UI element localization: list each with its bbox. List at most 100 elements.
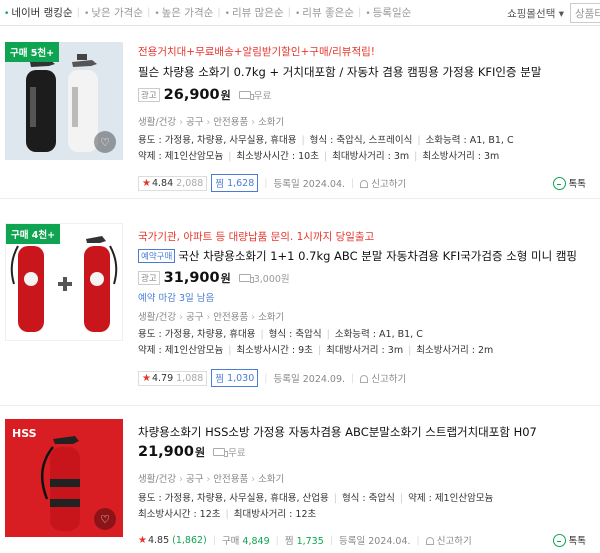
category[interactable]: 생활/건강 [138, 474, 176, 485]
currency: 원 [220, 89, 231, 102]
shipping: 3,000원 [238, 271, 290, 285]
spec: 형식 : 축압식 [268, 329, 322, 340]
purchase-count: 구매 4,849 [221, 536, 270, 547]
product-thumbnail[interactable]: 구매 5천+ ♡ [5, 42, 123, 160]
sort-ranking[interactable]: • 네이버 랭킹순 [4, 5, 73, 20]
truck-icon [213, 448, 229, 457]
price-row: 광고 26,900 원 무료 [138, 87, 271, 103]
reg-date: 등록일 2024.09. [273, 374, 346, 385]
talk-icon [552, 533, 566, 547]
talk-icon [552, 176, 566, 190]
preorder-badge: 예약구매 [138, 249, 176, 263]
product-footer: ★ 4.79 1,088 찜 1,030 | 등록일 2024.09. | 신고하기 [138, 369, 600, 387]
siren-icon [360, 180, 369, 188]
category[interactable]: 생활/건강 [138, 312, 176, 323]
review-box[interactable]: ★ 4.84 2,088 [138, 175, 208, 191]
sort-review-count[interactable]: • 리뷰 많은순 [225, 5, 284, 20]
breadcrumb: 생활/건강 › 공구 › 안전용품 › 소화기 [138, 474, 285, 485]
spec: 최대방사거리 : 3m [326, 345, 404, 356]
mall-select[interactable]: 쇼핑몰선택 ▾ [507, 6, 564, 21]
category[interactable]: 안전용품 [213, 474, 248, 485]
price: 21,900 [138, 444, 194, 460]
jjim-count[interactable]: 찜 1,735 [285, 533, 324, 547]
category[interactable]: 소화기 [258, 474, 284, 485]
preorder-deadline: 예약 마감 3일 남음 [138, 293, 215, 304]
spec-list: 용도 : 가정용, 차량용, 휴대용 | 형식 : 축압식 | 소화능력 : A1, B… [138, 329, 494, 356]
category[interactable]: 안전용품 [213, 117, 248, 128]
ad-label: 광고 [138, 88, 160, 102]
siren-icon [425, 537, 434, 545]
talk-button[interactable]: 톡톡 [552, 533, 586, 547]
price: 31,900 [163, 270, 220, 286]
report-link[interactable]: 신고하기 [360, 371, 406, 385]
spec: 최소방사거리 : 3m [422, 151, 500, 162]
product-title[interactable]: 필슨 차량용 소화기 0.7kg + 거치대포함 / 자동차 겸용 캠핑용 가정… [138, 64, 600, 80]
product-title[interactable]: 예약구매 국산 차량용소화기 1+1 0.7kg ABC 분말 자동차겸용 KFI… [138, 248, 600, 264]
product-footer: ★ 4.85 (1,862) | 구매 4,849 | 찜 1,735 | 등록일 20… [138, 533, 586, 547]
report-link[interactable]: 신고하기 [425, 533, 472, 547]
promo-text: 전용거치대+무료배송+알림받기할인+구매/리뷰적립! [138, 46, 375, 58]
spec: 최대방사거리 : 12초 [233, 509, 317, 520]
spec: 최소방사시간 : 9초 [236, 345, 313, 356]
reg-date: 등록일 2024.04. [338, 536, 411, 547]
currency: 원 [194, 446, 206, 459]
view-toggle[interactable]: 상품타 [570, 3, 600, 23]
sort-low-price[interactable]: • 낮은 가격순 [84, 5, 143, 20]
siren-icon [360, 375, 369, 383]
category[interactable]: 소화기 [258, 117, 284, 128]
purchase-badge: 구매 5천+ [5, 42, 60, 62]
sort-date[interactable]: • 등록일순 [365, 5, 411, 20]
truck-icon [238, 91, 254, 100]
heart-icon[interactable]: ♡ [94, 131, 116, 153]
currency: 원 [220, 272, 231, 285]
sort-bar: • 네이버 랭킹순 | • 낮은 가격순 | • 높은 가격순 | • 리뷰 많은순 |… [0, 0, 600, 26]
spec: 최소방사시간 : 12초 [138, 509, 221, 520]
spec: 소화능력 : A1, B1, C [334, 329, 423, 340]
sort-review-score[interactable]: • 리뷰 좋은순 [295, 5, 354, 20]
product-title[interactable]: 차량용소화기 HSS소방 가정용 자동차겸용 ABC분말소화기 스트랩거치대포함… [138, 424, 600, 440]
heart-icon[interactable]: ♡ [94, 508, 116, 530]
jjim-box[interactable]: 찜 1,030 [211, 369, 259, 387]
spec-list: 용도 : 가정용, 차량용, 사무실용, 휴대용, 산업용 | 형식 : 축압식 | 약… [138, 493, 494, 520]
truck-icon [238, 274, 254, 283]
review-box[interactable]: ★ 4.79 1,088 [138, 370, 208, 386]
spec: 최소방사시간 : 10초 [236, 151, 319, 162]
talk-button[interactable]: 톡톡 [552, 176, 586, 190]
shipping: 무료 [213, 445, 246, 459]
spec: 약제 : 제1인산암모늄 [138, 151, 224, 162]
reg-date: 등록일 2024.04. [273, 179, 346, 190]
product-item: 구매 4천+ 국가기관, 아파트 등 대량납품 문의. 1시까지 당일출고 예약… [0, 199, 600, 404]
breadcrumb: 생활/건강 › 공구 › 안전용품 › 소화기 [138, 117, 285, 128]
spec: 약제 : 제1인산암모늄 [408, 493, 494, 504]
spec: 형식 : 축압식, 스프레이식 [309, 135, 413, 146]
category[interactable]: 공구 [186, 474, 203, 485]
report-link[interactable]: 신고하기 [360, 176, 406, 190]
product-item: HSS ♡ 차량용소화기 HSS소방 가정용 자동차겸용 ABC분말소화기 스트… [0, 406, 600, 553]
spec: 형식 : 축압식 [341, 493, 395, 504]
product-thumbnail[interactable]: 구매 4천+ [5, 223, 123, 341]
product-thumbnail[interactable]: HSS ♡ [5, 419, 123, 537]
price-row: 21,900 원 무료 [138, 444, 246, 460]
spec: 소화능력 : A1, B1, C [425, 135, 514, 146]
jjim-box[interactable]: 찜 1,628 [211, 174, 259, 192]
category[interactable]: 공구 [186, 117, 203, 128]
shipping: 무료 [238, 88, 271, 102]
product-footer: ★ 4.84 2,088 찜 1,628 | 등록일 2024.04. | 신고하기 … [138, 174, 600, 192]
product-item: 구매 5천+ ♡ 전용거치대+무료배송+알림받기할인+구매/리뷰적립! 필슨 차… [0, 26, 600, 196]
star-icon: ★ [138, 534, 147, 546]
review-summary[interactable]: ★ 4.85 (1,862) [138, 535, 207, 546]
spec: 용도 : 가정용, 차량용, 휴대용 [138, 329, 256, 340]
purchase-badge: 구매 4천+ [6, 224, 61, 244]
spec: 용도 : 가정용, 차량용, 사무실용, 휴대용, 산업용 [138, 493, 329, 504]
category[interactable]: 안전용품 [213, 312, 248, 323]
breadcrumb: 생활/건강 › 공구 › 안전용품 › 소화기 [138, 312, 285, 323]
star-icon: ★ [142, 372, 151, 384]
price-row: 광고 31,900 원 3,000원 [138, 270, 290, 286]
category[interactable]: 소화기 [258, 312, 284, 323]
spec: 용도 : 가정용, 차량용, 사무실용, 휴대용 [138, 135, 297, 146]
price: 26,900 [163, 87, 220, 103]
ad-label: 광고 [138, 271, 160, 285]
category[interactable]: 생활/건강 [138, 117, 176, 128]
sort-high-price[interactable]: • 높은 가격순 [154, 5, 213, 20]
category[interactable]: 공구 [186, 312, 203, 323]
